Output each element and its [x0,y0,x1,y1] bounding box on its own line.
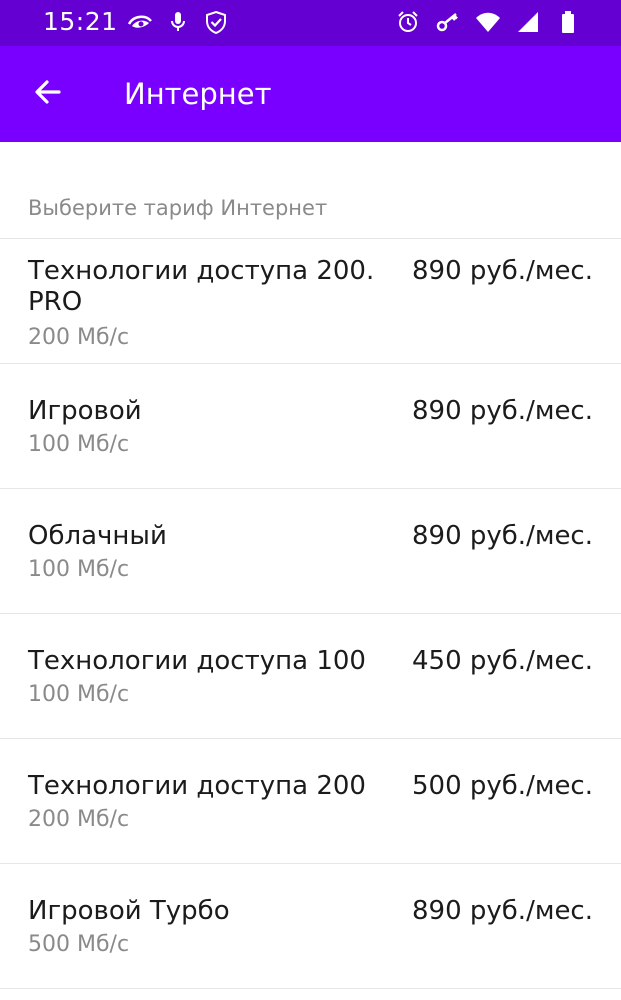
tariff-speed: 100 Мб/с [28,432,130,457]
tariff-speed: 100 Мб/с [28,682,130,707]
mic-icon [165,9,191,35]
tariff-item[interactable]: Технологии доступа 100 450 руб./мес. 100… [0,614,621,738]
battery-icon [555,9,581,35]
tariff-price: 890 руб./мес. [411,396,593,426]
tariff-price: 890 руб./мес. [411,256,593,286]
wifi-icon [475,9,501,35]
tariff-price: 450 руб./мес. [411,646,593,676]
status-left-icons [127,9,229,35]
tariff-price: 890 руб./мес. [411,521,593,551]
tariff-price: 890 руб./мес. [411,896,593,926]
divider [0,988,621,989]
tariff-item[interactable]: Облачный 890 руб./мес. 100 Мб/с [0,489,621,613]
tariff-item[interactable]: Технологии доступа 200. PRO 890 руб./мес… [0,239,621,363]
page-title: Интернет [124,77,272,111]
status-bar: 15:21 [0,0,621,46]
tariff-speed: 500 Мб/с [28,932,130,957]
tariff-name: Технологии доступа 200. PRO [28,256,375,317]
tariff-item[interactable]: Технологии доступа 200 500 руб./мес. 200… [0,739,621,863]
app-bar: Интернет [0,46,621,142]
status-time: 15:21 [43,7,118,36]
tariff-price: 500 руб./мес. [411,771,593,801]
arrow-left-icon [32,76,64,112]
alarm-icon [395,9,421,35]
status-right-icons [395,9,581,35]
tariff-name: Технологии доступа 200 [28,771,366,801]
tariff-name: Игровой [28,396,142,426]
tariff-speed: 200 Мб/с [28,807,130,832]
tariff-list: Технологии доступа 200. PRO 890 руб./мес… [0,238,621,989]
back-button[interactable] [24,70,72,118]
eye-icon [127,9,153,35]
tariff-name: Игровой Турбо [28,896,230,926]
tariff-speed: 100 Мб/с [28,557,130,582]
tariff-name: Облачный [28,521,167,551]
shield-check-icon [203,9,229,35]
tariff-item[interactable]: Игровой Турбо 890 руб./мес. 500 Мб/с [0,864,621,988]
section-header: Выберите тариф Интернет [28,196,328,220]
key-icon [435,9,461,35]
tariff-item[interactable]: Игровой 890 руб./мес. 100 Мб/с [0,364,621,488]
tariff-speed: 200 Мб/с [28,325,130,350]
signal-icon [515,9,541,35]
tariff-name: Технологии доступа 100 [28,646,366,676]
